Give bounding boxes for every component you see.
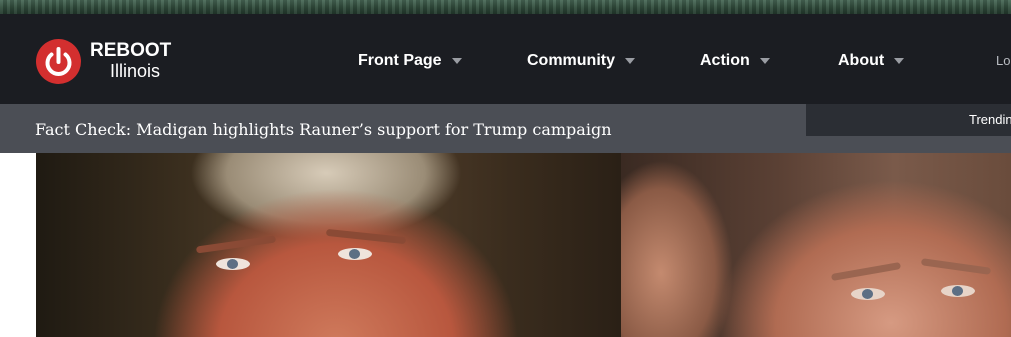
logo-text-reboot: REBOOT	[90, 40, 172, 61]
photo-detail	[325, 228, 407, 245]
nav-item-action[interactable]: Action	[700, 51, 770, 71]
nav-item-community[interactable]: Community	[527, 51, 635, 71]
article-photo-left[interactable]	[36, 153, 621, 337]
photo-detail	[941, 285, 975, 297]
nav-item-about[interactable]: About	[838, 51, 905, 71]
photo-detail	[338, 248, 372, 260]
photo-detail	[830, 261, 902, 282]
nav-label: Community	[527, 52, 615, 69]
nav-label: Action	[700, 52, 750, 69]
nav-label: Front Page	[358, 52, 442, 69]
photo-detail	[920, 258, 992, 275]
header-background-image	[0, 0, 1011, 14]
site-logo[interactable]: REBOOT Illinois	[36, 39, 196, 85]
chevron-down-icon	[451, 57, 462, 64]
chevron-down-icon	[894, 57, 905, 64]
chevron-down-icon	[625, 57, 635, 64]
trending-tab[interactable]: Trendin	[806, 104, 1011, 136]
trending-label: Trendin	[969, 112, 1011, 127]
power-icon	[36, 39, 81, 84]
login-link[interactable]: Lo	[996, 53, 1011, 68]
chevron-down-icon	[759, 57, 770, 64]
photo-detail	[195, 235, 277, 254]
photo-detail	[216, 258, 250, 270]
nav-label: About	[838, 52, 885, 69]
logo-text-illinois: Illinois	[110, 61, 161, 81]
photo-detail	[851, 288, 885, 300]
nav-item-front-page[interactable]: Front Page	[358, 51, 462, 71]
article-photo-right[interactable]	[621, 153, 1011, 337]
main-navbar: REBOOT Illinois Front Page Community Act…	[0, 14, 1011, 104]
headline-bar: Fact Check: Madigan highlights Rauner’s …	[0, 104, 1011, 153]
featured-headline-link[interactable]: Fact Check: Madigan highlights Rauner’s …	[35, 120, 612, 140]
